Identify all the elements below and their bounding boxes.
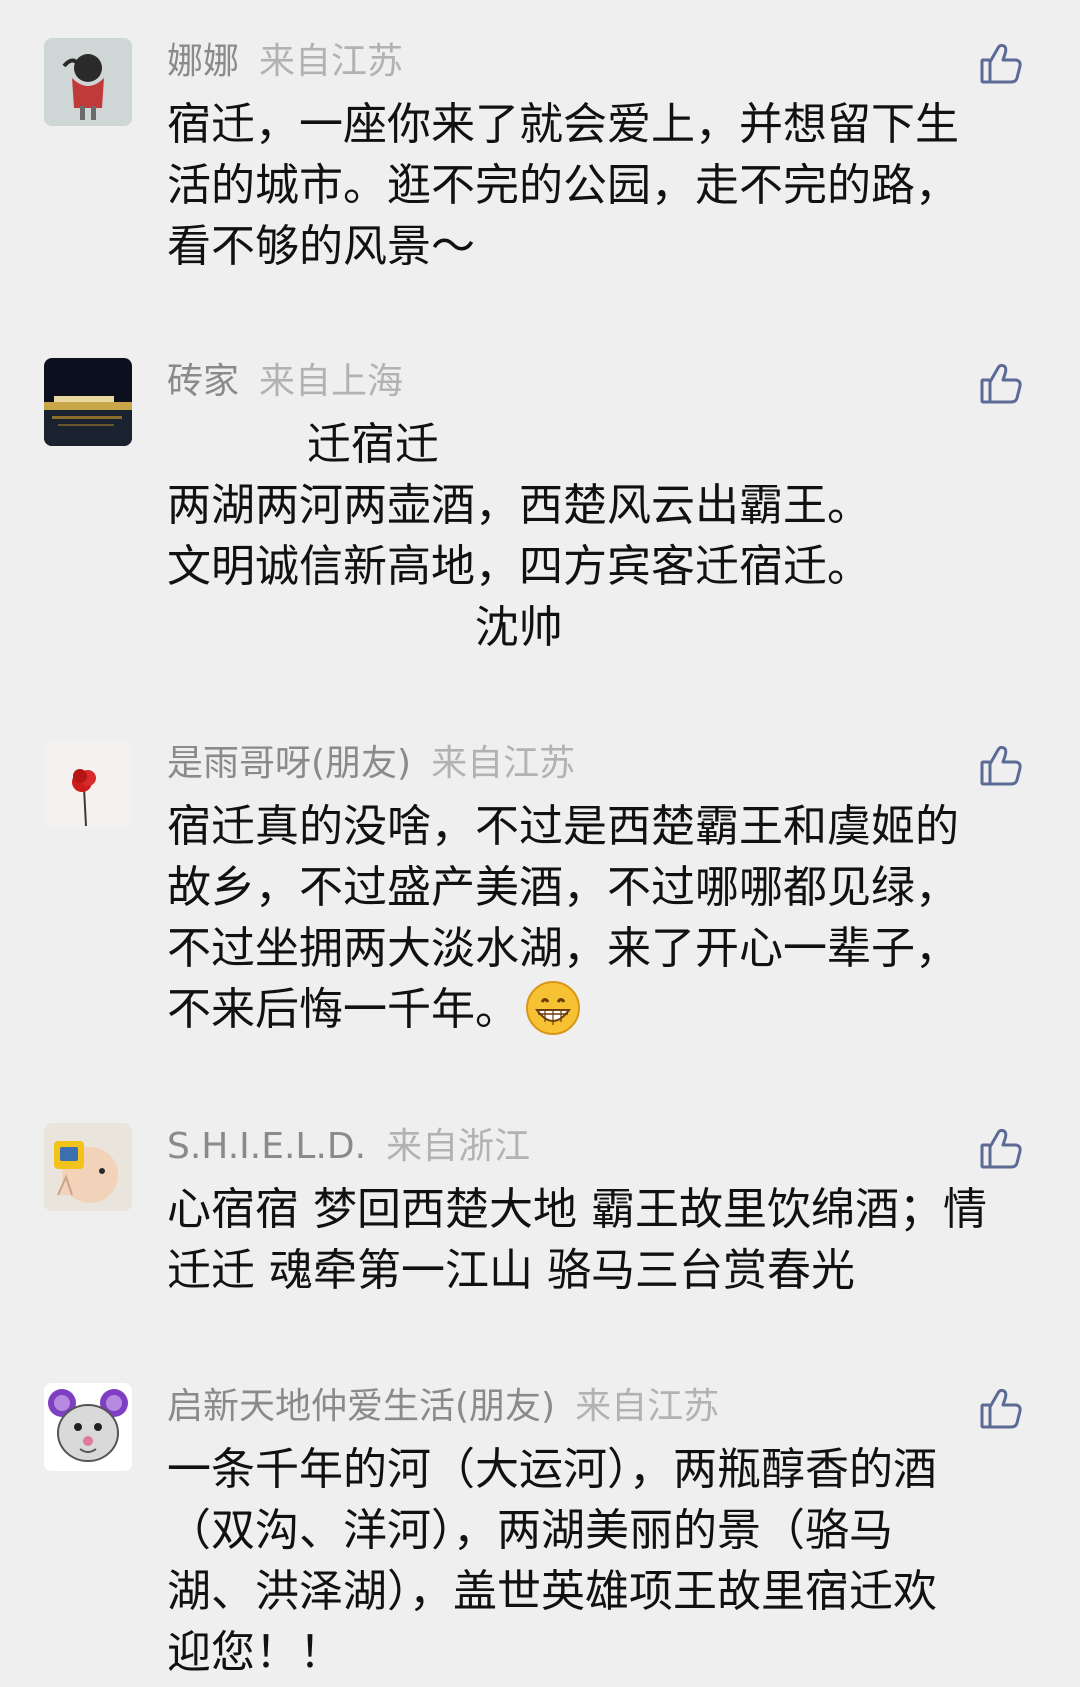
- comment-line-text: 不来后悔一千年。: [167, 984, 519, 1035]
- comment-header: 启新天地仲爱生活(朋友) 来自江苏: [167, 1383, 719, 1431]
- comment-line: 沈帅: [167, 602, 563, 653]
- comment-line: 文明诚信新高地，四方宾客迁宿迁。: [167, 541, 871, 592]
- comment-line: 看不够的风景～: [167, 221, 475, 272]
- avatar-image: [44, 740, 132, 828]
- comment-line: 迁迁 魂牵第一江山 骆马三台赏春光: [167, 1245, 855, 1296]
- avatar-image: [44, 1383, 132, 1471]
- comment-text: 迁宿迁 两湖两河两壶酒，西楚风云出霸王。 文明诚信新高地，四方宾客迁宿迁。 沈帅: [167, 414, 1047, 658]
- comment-header: 砖家 来自上海: [167, 358, 403, 406]
- user-name[interactable]: 娜娜: [167, 41, 239, 82]
- avatar[interactable]: [44, 1123, 132, 1211]
- comment-line: 湖、洪泽湖），盖世英雄项王故里宿迁欢: [167, 1566, 937, 1617]
- avatar[interactable]: [44, 38, 132, 126]
- comment-line: 宿迁，一座你来了就会爱上，并想留下生: [167, 99, 959, 150]
- comment-header: S.H.I.E.L.D. 来自浙江: [167, 1123, 530, 1171]
- thumbs-up-icon[interactable]: [978, 742, 1024, 788]
- comment-line: 心宿宿 梦回西楚大地 霸王故里饮绵酒；情: [167, 1184, 987, 1235]
- comment-text: 宿迁真的没啥，不过是西楚霸王和虞姬的 故乡，不过盛产美酒，不过哪哪都见绿， 不过…: [167, 796, 1047, 1040]
- comment-line: 活的城市。逛不完的公园，走不完的路，: [167, 160, 959, 211]
- user-location: 来自上海: [259, 361, 404, 402]
- comment-line: 一条千年的河（大运河），两瓶醇香的酒: [167, 1444, 937, 1495]
- comment-line: 不来后悔一千年。: [167, 979, 1047, 1040]
- comment-line: 宿迁真的没啥，不过是西楚霸王和虞姬的: [167, 801, 959, 852]
- thumbs-up-icon[interactable]: [978, 360, 1024, 406]
- thumbs-up-icon[interactable]: [978, 1385, 1024, 1431]
- comment-text: 心宿宿 梦回西楚大地 霸王故里饮绵酒；情 迁迁 魂牵第一江山 骆马三台赏春光: [167, 1179, 1047, 1301]
- comment-header: 娜娜 来自江苏: [167, 38, 403, 86]
- user-name[interactable]: 启新天地仲爱生活(朋友): [167, 1386, 555, 1427]
- avatar-image: [44, 1123, 132, 1211]
- user-name[interactable]: 是雨哥呀(朋友): [167, 743, 411, 784]
- user-name[interactable]: 砖家: [167, 361, 239, 402]
- comment-line: 迎您！！: [167, 1627, 343, 1678]
- comment-text: 一条千年的河（大运河），两瓶醇香的酒 （双沟、洋河），两湖美丽的景（骆马 湖、洪…: [167, 1439, 1047, 1683]
- avatar-image: [44, 358, 132, 446]
- comment-line: 迁宿迁: [167, 419, 439, 470]
- avatar[interactable]: [44, 358, 132, 446]
- grinning-emoji: [525, 980, 581, 1036]
- user-location: 来自浙江: [386, 1126, 531, 1167]
- user-location: 来自江苏: [259, 41, 404, 82]
- thumbs-up-icon[interactable]: [978, 1125, 1024, 1171]
- comment-header: 是雨哥呀(朋友) 来自江苏: [167, 740, 575, 788]
- avatar[interactable]: [44, 740, 132, 828]
- avatar[interactable]: [44, 1383, 132, 1471]
- comment-line: 故乡，不过盛产美酒，不过哪哪都见绿，: [167, 862, 959, 913]
- user-location: 来自江苏: [575, 1386, 720, 1427]
- comment-text: 宿迁，一座你来了就会爱上，并想留下生 活的城市。逛不完的公园，走不完的路， 看不…: [167, 94, 1047, 277]
- thumbs-up-icon[interactable]: [978, 40, 1024, 86]
- user-name[interactable]: S.H.I.E.L.D.: [167, 1126, 366, 1167]
- comment-line: 不过坐拥两大淡水湖，来了开心一辈子，: [167, 923, 959, 974]
- user-location: 来自江苏: [431, 743, 576, 784]
- comment-line: （双沟、洋河），两湖美丽的景（骆马: [167, 1505, 893, 1556]
- avatar-image: [44, 38, 132, 126]
- comment-line: 两湖两河两壶酒，西楚风云出霸王。: [167, 480, 871, 531]
